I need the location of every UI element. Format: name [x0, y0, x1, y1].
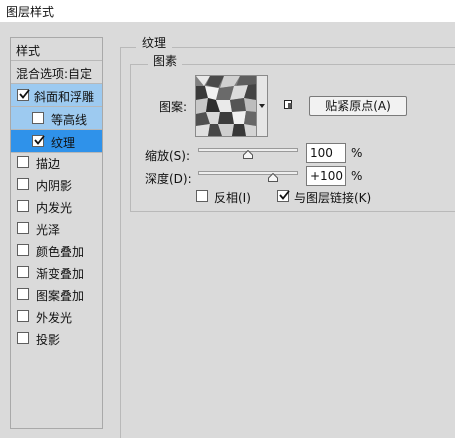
sidebar-item-label: 外发光: [36, 311, 73, 325]
sidebar-item-label: 图案叠加: [36, 289, 85, 303]
sidebar-item-label: 内发光: [36, 201, 73, 215]
pattern-preview-image: [196, 76, 256, 136]
snap-to-origin-button[interactable]: 贴紧原点(A): [309, 96, 407, 116]
checkmark-icon: [279, 190, 290, 200]
depth-slider-thumb[interactable]: [268, 173, 278, 182]
elements-section-title: 图素: [148, 52, 183, 69]
pattern-picker-dropdown[interactable]: [257, 75, 268, 137]
contour-checkbox[interactable]: [32, 112, 44, 124]
pattern-label: 图案:: [159, 100, 188, 114]
texture-checkbox[interactable]: [32, 135, 45, 147]
scale-slider-thumb[interactable]: [243, 150, 253, 159]
inner-glow-checkbox[interactable]: [17, 200, 29, 212]
sidebar-item-outer-glow[interactable]: 外发光: [11, 305, 102, 327]
sidebar-item-contour[interactable]: 等高线: [11, 107, 102, 129]
pattern-overlay-checkbox[interactable]: [17, 288, 29, 300]
sidebar-item-label: 光泽: [36, 223, 61, 237]
sidebar-item-pattern-overlay[interactable]: 图案叠加: [11, 283, 102, 305]
depth-unit: %: [351, 169, 363, 183]
styles-header[interactable]: 样式: [11, 38, 102, 60]
sidebar-item-texture[interactable]: 纹理: [11, 130, 102, 152]
outer-glow-checkbox[interactable]: [17, 310, 29, 322]
link-with-layer-checkbox[interactable]: [277, 190, 290, 202]
title-bar: 图层样式: [0, 0, 455, 22]
satin-checkbox[interactable]: [17, 222, 29, 234]
bevel-emboss-checkbox[interactable]: [17, 89, 30, 101]
checkmark-icon: [19, 89, 30, 99]
sidebar-item-inner-glow[interactable]: 内发光: [11, 195, 102, 217]
link-with-layer-label: 与图层链接(K): [294, 191, 372, 205]
stroke-checkbox[interactable]: [17, 156, 29, 168]
sidebar-item-label: 等高线: [51, 113, 88, 127]
inner-shadow-checkbox[interactable]: [17, 178, 29, 190]
checkmark-icon: [34, 135, 45, 145]
blending-options-label: 混合选项:自定: [16, 67, 93, 81]
sidebar-item-label: 渐变叠加: [36, 267, 85, 281]
sidebar-item-label: 描边: [36, 157, 61, 171]
invert-checkbox[interactable]: [196, 190, 208, 202]
sidebar-item-satin[interactable]: 光泽: [11, 217, 102, 239]
new-preset-icon[interactable]: [283, 99, 294, 110]
scale-label: 缩放(S):: [145, 149, 191, 163]
chevron-down-icon: [259, 104, 265, 108]
depth-slider-track[interactable]: [198, 171, 298, 175]
texture-section-title: 纹理: [136, 34, 173, 51]
window-title: 图层样式: [6, 5, 55, 19]
sidebar-item-label: 内阴影: [36, 179, 73, 193]
depth-label: 深度(D):: [145, 172, 192, 186]
sidebar-item-label: 斜面和浮雕: [34, 90, 95, 104]
invert-label: 反相(I): [214, 191, 251, 205]
elements-group-box: [130, 64, 455, 212]
sidebar-item-color-overlay[interactable]: 颜色叠加: [11, 239, 102, 261]
drop-shadow-checkbox[interactable]: [17, 332, 29, 344]
styles-list-panel: 样式 混合选项:自定 斜面和浮雕 等高线 纹理 描边 内阴影 内发光 光泽 颜色…: [10, 37, 103, 429]
sidebar-item-label: 投影: [36, 333, 61, 347]
sidebar-item-bevel-emboss[interactable]: 斜面和浮雕: [11, 84, 102, 106]
styles-header-label: 样式: [16, 44, 41, 58]
sidebar-item-label: 颜色叠加: [36, 245, 85, 259]
color-overlay-checkbox[interactable]: [17, 244, 29, 256]
blending-options-item[interactable]: 混合选项:自定: [11, 61, 102, 83]
pattern-swatch[interactable]: [195, 75, 257, 137]
sidebar-item-gradient-overlay[interactable]: 渐变叠加: [11, 261, 102, 283]
scale-input[interactable]: 100: [306, 143, 346, 163]
scale-unit: %: [351, 146, 363, 160]
sidebar-item-drop-shadow[interactable]: 投影: [11, 327, 102, 349]
sidebar-item-label: 纹理: [51, 136, 76, 150]
gradient-overlay-checkbox[interactable]: [17, 266, 29, 278]
sidebar-item-inner-shadow[interactable]: 内阴影: [11, 173, 102, 195]
sidebar-item-stroke[interactable]: 描边: [11, 151, 102, 173]
depth-input[interactable]: +100: [306, 166, 346, 186]
